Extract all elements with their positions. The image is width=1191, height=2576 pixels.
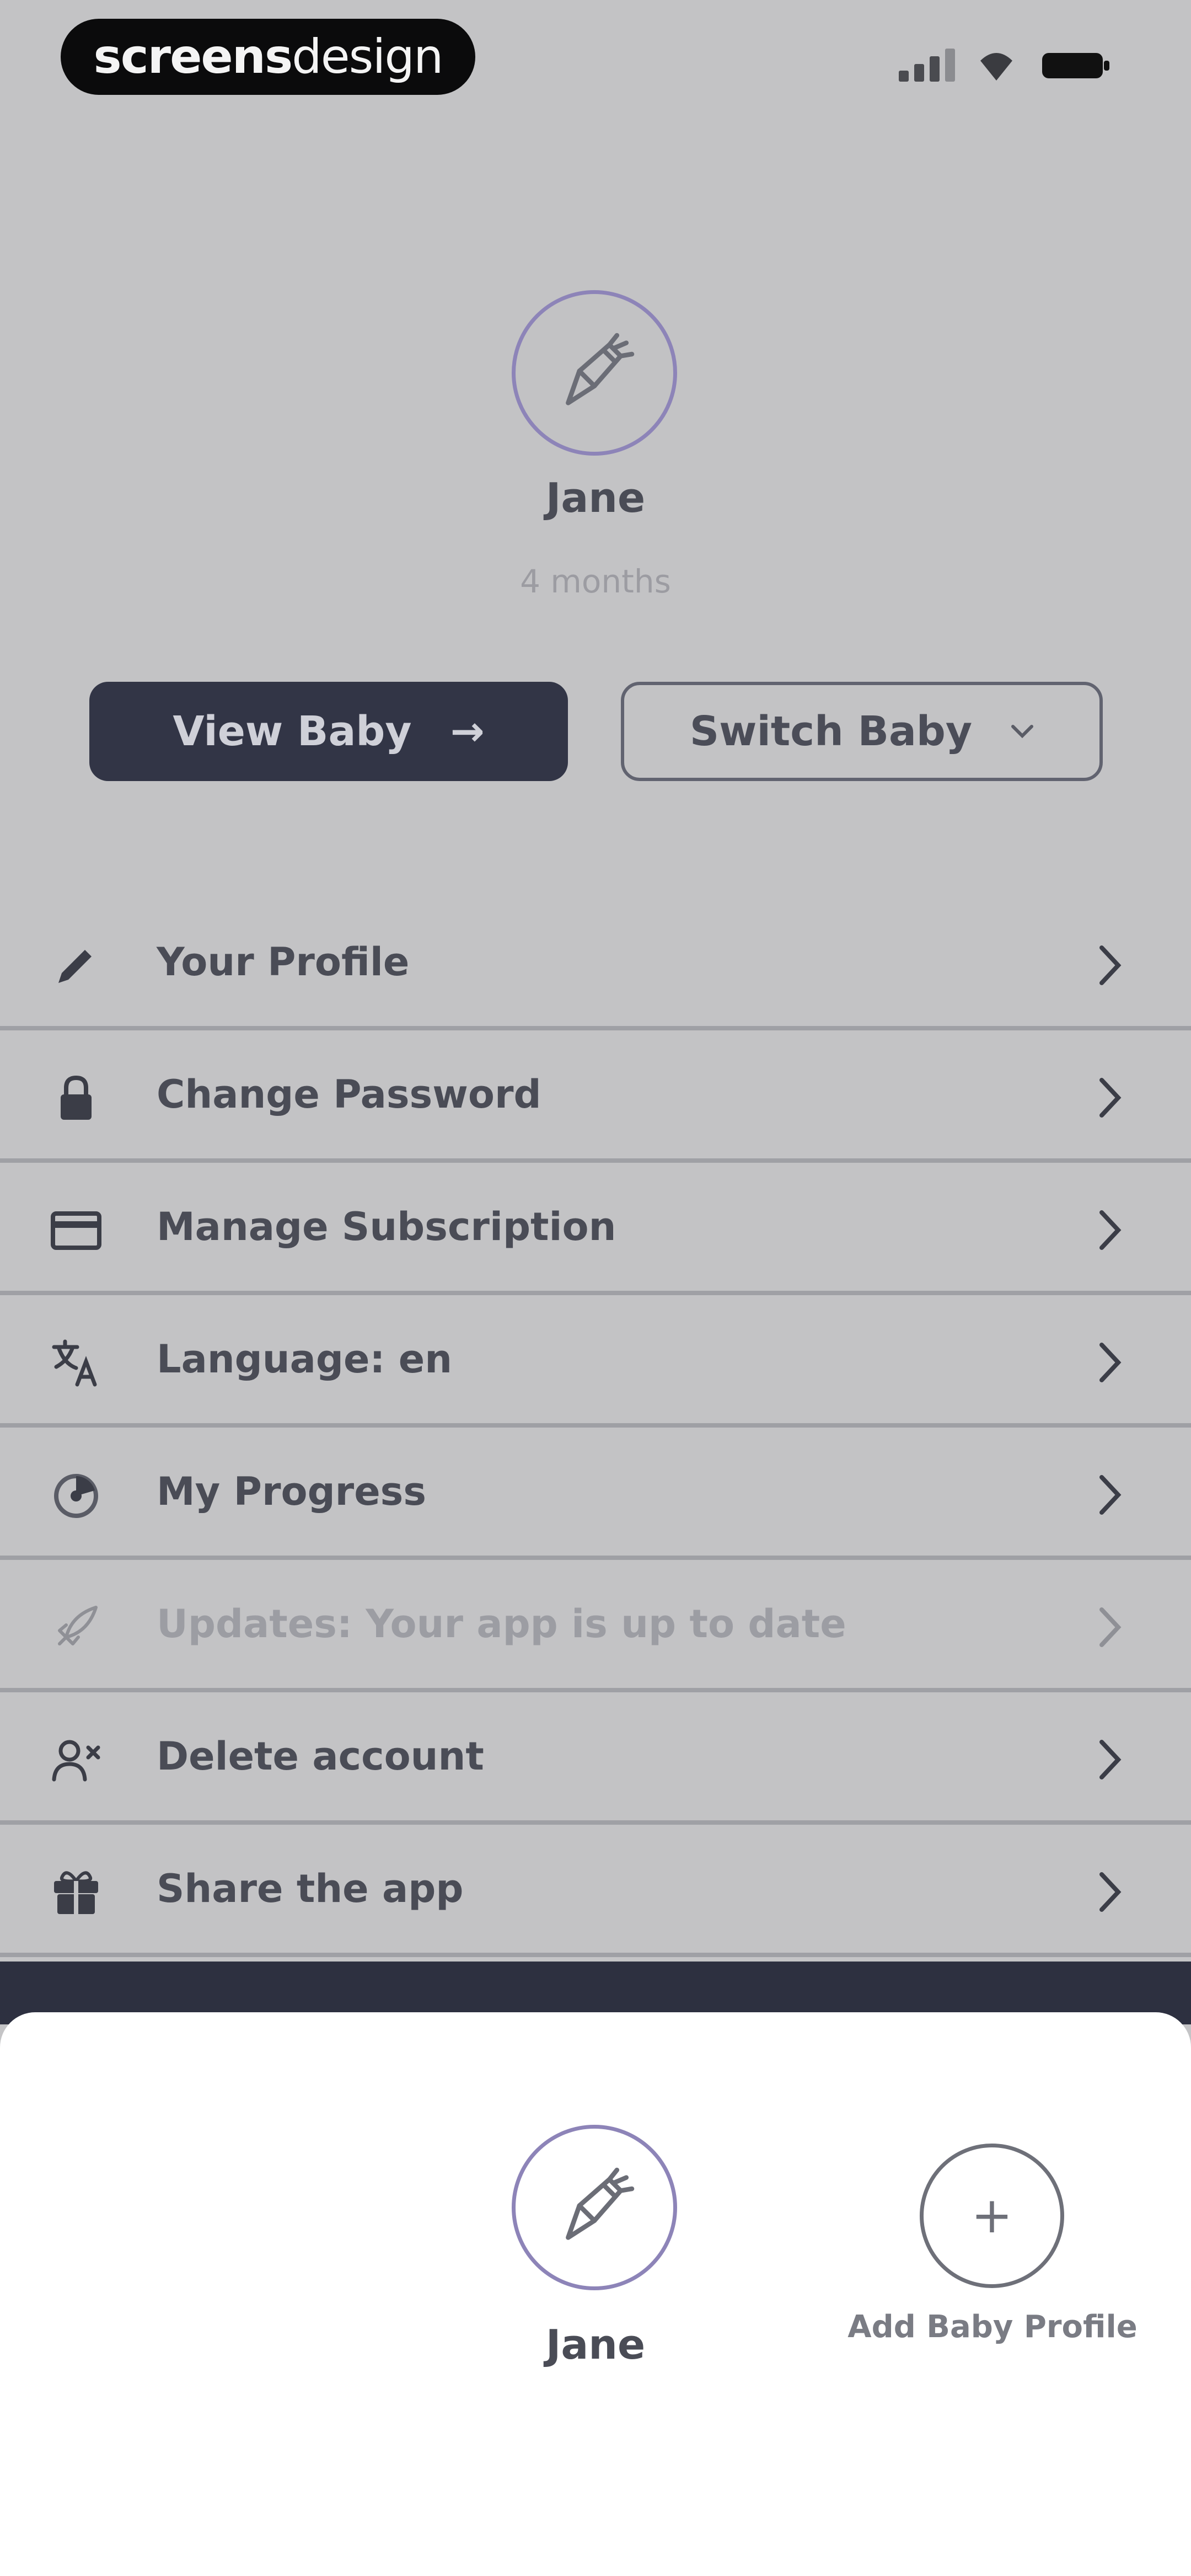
chevron-right-icon [1099,945,1122,985]
header-area: screensdesign Jane 4 months View Baby → … [0,0,1191,898]
brand-logo: screensdesign [61,19,475,95]
menu-label: Manage Subscription [157,1204,616,1249]
menu-item-change-password[interactable]: Change Password [0,1030,1191,1163]
switch-baby-label: Switch Baby [689,708,973,755]
chevron-right-icon [1099,1343,1122,1382]
baby-switcher-sheet [0,2012,1191,2576]
battery-icon [1042,53,1109,78]
progress-icon [54,1474,98,1518]
chevron-right-icon [1099,1078,1122,1118]
chevron-right-icon [1099,1740,1122,1779]
remove-user-icon [52,1740,100,1782]
signal-icon [899,49,955,82]
chevron-right-icon [1099,1607,1122,1647]
arrow-right-icon: → [450,708,485,755]
plus-icon: + [971,2187,1013,2244]
rocket-icon [58,1606,98,1645]
chevron-down-icon [1011,725,1034,739]
wifi-icon [980,53,1012,81]
menu-item-share-app[interactable]: Share the app [0,1825,1191,1957]
translate-icon [52,1339,97,1387]
menu-item-manage-subscription[interactable]: Manage Subscription [0,1163,1191,1295]
menu-item-updates[interactable]: Updates: Your app is up to date [0,1560,1191,1692]
view-baby-label: View Baby [173,708,412,755]
menu-label: Delete account [157,1734,484,1779]
lock-icon [61,1075,92,1120]
baby-name: Jane [545,474,646,522]
menu-label: Share the app [157,1866,464,1911]
add-baby-profile-label: Add Baby Profile [847,2309,1138,2345]
view-baby-button[interactable]: View Baby → [89,682,568,781]
menu-label: Change Password [157,1072,541,1117]
menu-label: Updates: Your app is up to date [157,1601,846,1647]
settings-menu: Your Profile Change Password Manage Subs… [0,898,1191,1957]
baby-age: 4 months [520,563,671,600]
menu-label: Your Profile [157,939,410,985]
gift-icon [54,1871,98,1914]
pencil-icon [566,2167,635,2240]
sheet-baby-avatar[interactable] [512,2125,677,2290]
chevron-right-icon [1099,1872,1122,1912]
chevron-right-icon [1099,1475,1122,1515]
menu-item-language[interactable]: Language: en [0,1295,1191,1428]
chevron-right-icon [1099,1210,1122,1250]
baby-avatar[interactable] [512,290,677,456]
pencil-icon [566,333,635,405]
add-baby-profile-button[interactable]: + [920,2144,1064,2288]
menu-item-your-profile[interactable]: Your Profile [0,898,1191,1030]
menu-item-my-progress[interactable]: My Progress [0,1428,1191,1560]
menu-label: Language: en [157,1337,453,1382]
sheet-baby-name: Jane [545,2321,646,2369]
menu-item-delete-account[interactable]: Delete account [0,1692,1191,1825]
pencil-icon [58,950,92,983]
menu-label: My Progress [157,1469,427,1514]
credit-card-icon [51,1211,101,1250]
switch-baby-button[interactable]: Switch Baby [621,682,1103,781]
